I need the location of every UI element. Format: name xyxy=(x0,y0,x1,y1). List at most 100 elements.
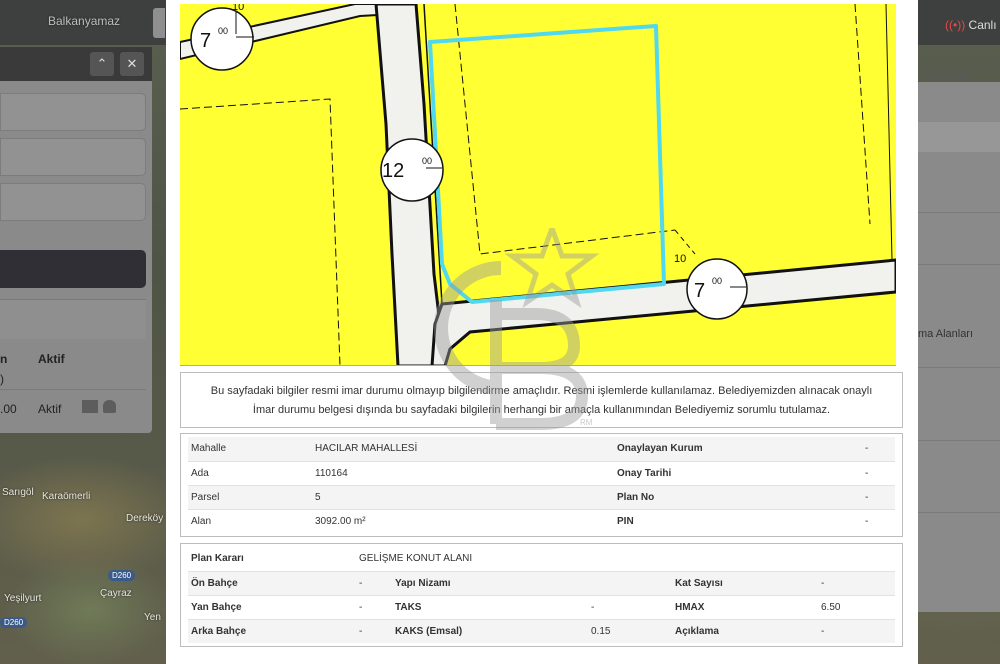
description-label: Açıklama xyxy=(672,618,818,643)
hmax-label: HMAX xyxy=(672,594,818,619)
collapse-button[interactable]: ⌃ xyxy=(90,52,114,76)
top-bar-button[interactable] xyxy=(153,8,165,38)
panel-header: ⌃ ✕ xyxy=(0,47,152,81)
close-icon: ✕ xyxy=(126,56,138,71)
table-cell: .00 xyxy=(0,402,17,416)
parcel-label: Parsel xyxy=(188,484,312,509)
side-yard-value: - xyxy=(356,594,392,619)
block-value: 110164 xyxy=(312,460,614,485)
table-row: Yan Bahçe - TAKS - HMAX 6.50 xyxy=(188,594,895,619)
parcel-info-box: Mahalle HACILAR MAHALLESİ Onaylayan Kuru… xyxy=(180,433,903,537)
place-label: Yen xyxy=(144,612,161,623)
top-bar-label: Balkanyamaz xyxy=(48,14,121,28)
approval-date-value: - xyxy=(862,460,895,485)
road-width-label: 7 xyxy=(200,30,212,52)
divider xyxy=(918,264,1000,265)
approval-date-label: Onay Tarihi xyxy=(614,460,862,485)
building-order-label: Yapı Nizamı xyxy=(392,570,588,595)
plan-no-label: Plan No xyxy=(614,484,862,509)
setback-label: 10 xyxy=(674,253,687,265)
close-button[interactable]: ✕ xyxy=(120,52,144,76)
live-link[interactable]: ((•)) Canlı xyxy=(945,18,997,32)
table-cell: ) xyxy=(0,372,4,386)
plan-no-value: - xyxy=(862,484,895,509)
pin-value: - xyxy=(862,508,895,533)
area-value: 3092.00 m² xyxy=(312,508,614,533)
panel-action-bar[interactable] xyxy=(0,250,146,288)
panel-row xyxy=(0,299,146,339)
zoning-map[interactable]: 7 00 12 00 7 00 10 10 xyxy=(180,4,896,366)
column-header-status: Aktif xyxy=(38,352,65,366)
disclaimer-line: Bu sayfadaki bilgiler resmi imar durumu … xyxy=(210,385,873,397)
disclaimer: Bu sayfadaki bilgiler resmi imar durumu … xyxy=(180,372,903,428)
floor-count-value: - xyxy=(818,570,895,595)
disclaimer-line: İmar durumu belgesi dışında bu sayfadaki… xyxy=(252,404,831,416)
road-badge: D260 xyxy=(0,617,28,628)
road-width-sup: 00 xyxy=(712,276,723,286)
panel-item-label: ma Alanları xyxy=(922,70,978,82)
table-row: Arka Bahçe - KAKS (Emsal) 0.15 Açıklama … xyxy=(188,618,895,643)
road-width-sup: 00 xyxy=(218,26,229,36)
neighborhood-label: Mahalle xyxy=(188,437,312,461)
plan-decision-value: GELİŞME KONUT ALANI xyxy=(359,553,473,565)
plan-info-table: Plan Kararı GELİŞME KONUT ALANI Ön Bahçe… xyxy=(188,547,895,643)
pin-label: PIN xyxy=(614,508,862,533)
setback-label: 10 xyxy=(232,4,245,13)
rear-yard-value: - xyxy=(356,618,392,643)
taks-value: - xyxy=(588,594,672,619)
panel-row-highlight xyxy=(918,122,1000,152)
place-label: Dereköy xyxy=(126,513,164,524)
road-width-label: 12 xyxy=(382,160,405,182)
description-value: - xyxy=(818,618,895,643)
table-row: Mahalle HACILAR MAHALLESİ Onaylayan Kuru… xyxy=(188,437,895,461)
area-label: Alan xyxy=(188,508,312,533)
place-label: Yeşilyurt xyxy=(4,593,42,604)
panel-field[interactable] xyxy=(0,183,146,221)
divider xyxy=(918,367,1000,368)
table-row: Parsel 5 Plan No - xyxy=(188,484,895,509)
table-row[interactable]: .00 Aktif xyxy=(0,389,146,423)
road-width-sup: 00 xyxy=(422,156,433,166)
zoning-map-drawing xyxy=(180,4,896,365)
divider xyxy=(918,212,1000,213)
panel-item-label[interactable]: ma Alanları xyxy=(918,328,973,340)
table-row: Alan 3092.00 m² PIN - xyxy=(188,508,895,533)
place-label: Karaömerli xyxy=(42,491,91,502)
chevron-up-icon: ⌃ xyxy=(96,56,108,71)
front-yard-value: - xyxy=(356,570,392,595)
panel-field[interactable] xyxy=(0,138,146,176)
approving-authority-label: Onaylayan Kurum xyxy=(614,437,862,461)
rear-yard-label: Arka Bahçe xyxy=(188,618,356,643)
kaks-label: KAKS (Emsal) xyxy=(392,618,588,643)
zoning-info-modal: 7 00 12 00 7 00 10 10 Bu sayfadaki bilgi… xyxy=(166,0,918,664)
plan-info-box: Plan Kararı GELİŞME KONUT ALANI Ön Bahçe… xyxy=(180,543,903,647)
column-header: n xyxy=(0,352,8,366)
parcel-info-table: Mahalle HACILAR MAHALLESİ Onaylayan Kuru… xyxy=(188,437,895,533)
plan-decision-label: Plan Kararı xyxy=(191,553,244,565)
taks-label: TAKS xyxy=(392,594,588,619)
database-icon[interactable] xyxy=(103,400,116,413)
place-label: Sarıgöl xyxy=(2,487,34,498)
road-badge: D260 xyxy=(108,570,136,581)
table-row: Ön Bahçe - Yapı Nizamı Kat Sayısı - xyxy=(188,570,895,595)
map-icon[interactable] xyxy=(82,400,98,413)
building-order-value xyxy=(588,570,672,595)
floor-count-label: Kat Sayısı xyxy=(672,570,818,595)
table-row: Plan Kararı GELİŞME KONUT ALANI xyxy=(188,547,895,571)
road-width-label: 7 xyxy=(694,280,706,302)
parcel-value: 5 xyxy=(312,484,614,509)
place-label: Çayraz xyxy=(100,588,132,599)
panel-field[interactable] xyxy=(0,93,146,131)
side-yard-label: Yan Bahçe xyxy=(188,594,356,619)
divider xyxy=(918,512,1000,513)
table-cell-status: Aktif xyxy=(38,402,62,416)
approving-authority-value: - xyxy=(862,437,895,461)
table-row: Ada 110164 Onay Tarihi - xyxy=(188,460,895,485)
right-side-panel: ma Alanları xyxy=(918,82,1000,612)
neighborhood-value: HACILAR MAHALLESİ xyxy=(312,437,614,461)
divider xyxy=(918,440,1000,441)
kaks-value: 0.15 xyxy=(588,618,672,643)
hmax-value: 6.50 xyxy=(818,594,895,619)
left-side-panel: ⌃ ✕ n Aktif ) .00 Aktif xyxy=(0,47,152,433)
broadcast-icon: ((•)) xyxy=(945,18,966,32)
